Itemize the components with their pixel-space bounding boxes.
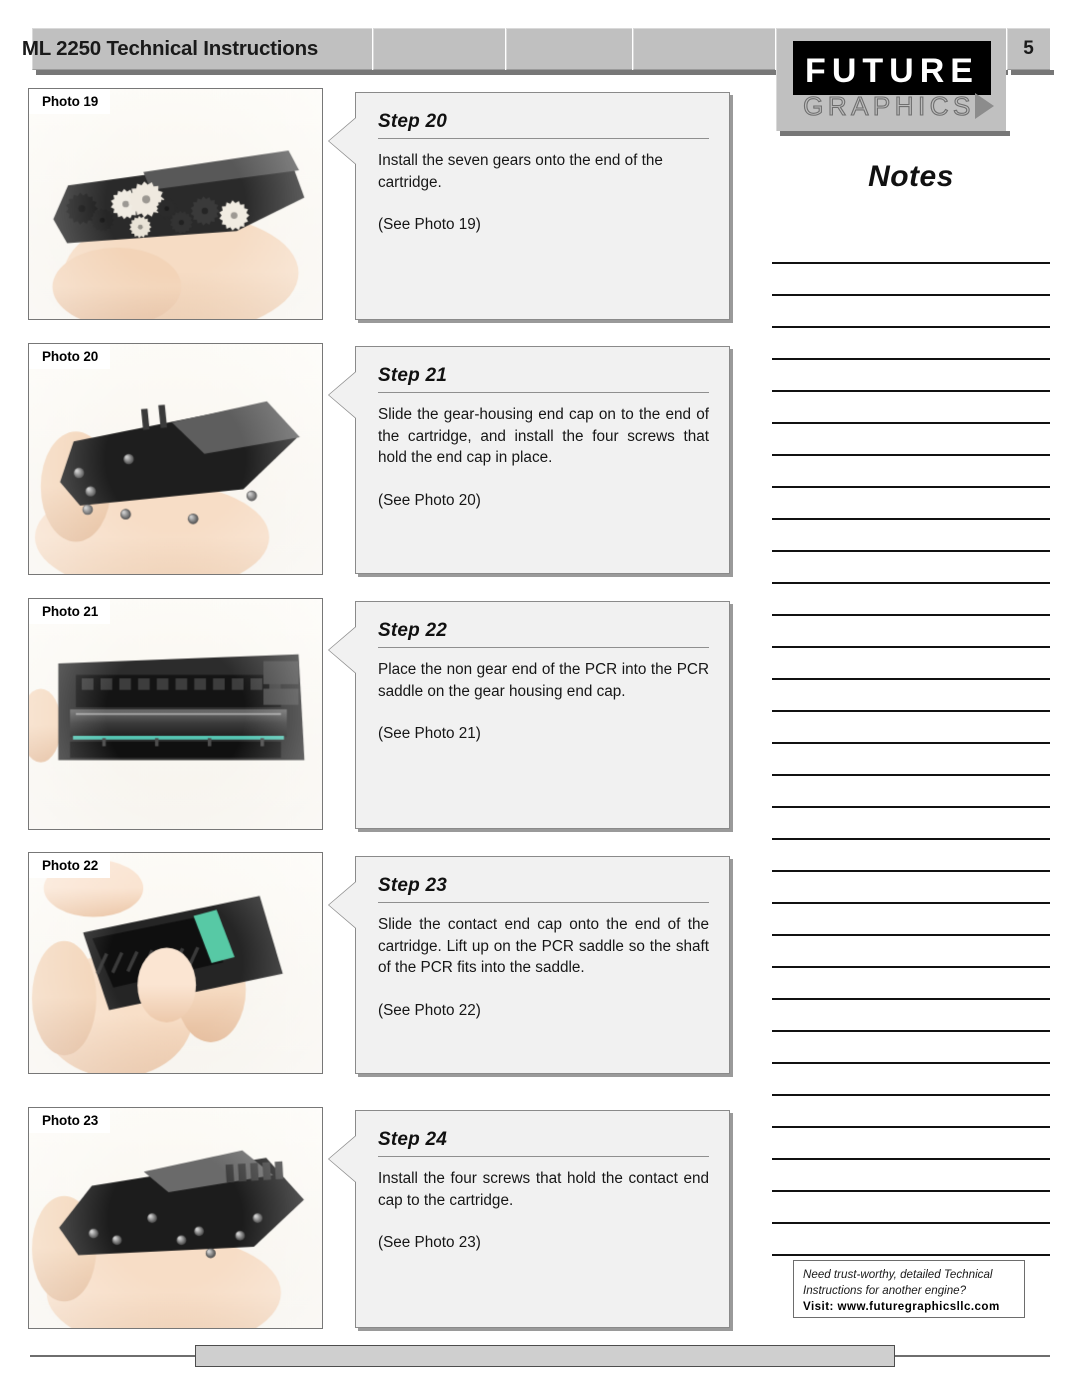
- note-line[interactable]: [772, 424, 1050, 456]
- note-line[interactable]: [772, 744, 1050, 776]
- step-photo-reference: (See Photo 19): [378, 216, 481, 233]
- step-content: Step 24 Install the four screws that hold…: [356, 1111, 729, 1269]
- note-line[interactable]: [772, 648, 1050, 680]
- photo-label: Photo 21: [29, 599, 111, 624]
- note-line[interactable]: [772, 936, 1050, 968]
- header-segment-2: [373, 28, 505, 70]
- step-body-text: Slide the gear-housing end cap on to the…: [378, 406, 709, 466]
- photo-card: Photo 22: [28, 852, 323, 1074]
- note-line[interactable]: [772, 328, 1050, 360]
- step-heading: Step 24: [378, 1129, 709, 1157]
- step-body-text: Install the four screws that hold the co…: [378, 1170, 709, 1209]
- note-line[interactable]: [772, 808, 1050, 840]
- note-line[interactable]: [772, 232, 1050, 264]
- note-line[interactable]: [772, 296, 1050, 328]
- callout-tail: [329, 882, 356, 928]
- promo-line-2: Instructions for another engine?: [803, 1283, 967, 1297]
- photo-image: [29, 1108, 322, 1328]
- note-line[interactable]: [772, 616, 1050, 648]
- note-line[interactable]: [772, 1128, 1050, 1160]
- note-line[interactable]: [772, 392, 1050, 424]
- note-line[interactable]: [772, 520, 1050, 552]
- promo-box: Need trust-worthy, detailed Technical In…: [793, 1260, 1025, 1318]
- promo-line-1: Need trust-worthy, detailed Technical: [803, 1268, 993, 1281]
- note-line[interactable]: [772, 968, 1050, 1000]
- future-graphics-logo: FUTURE GRAPHICS: [776, 28, 1006, 131]
- photo-image: [29, 599, 322, 829]
- step-content: Step 23 Slide the contact end cap onto th…: [356, 857, 729, 1037]
- step-callout: Step 23 Slide the contact end cap onto th…: [328, 856, 730, 1074]
- header-segment-4: [633, 28, 775, 70]
- note-line[interactable]: [772, 552, 1050, 584]
- callout-tail: [329, 627, 356, 673]
- photo-card: Photo 23: [28, 1107, 323, 1329]
- step-content: Step 20 Install the seven gears onto the …: [356, 93, 729, 251]
- step-heading: Step 21: [378, 365, 709, 393]
- logo-graphics-text: GRAPHICS: [803, 90, 975, 121]
- step-content: Step 21 Slide the gear-housing end cap on…: [356, 347, 729, 527]
- header-segment-3: [506, 28, 632, 70]
- note-line[interactable]: [772, 1064, 1050, 1096]
- photo-label: Photo 23: [29, 1108, 111, 1133]
- step-photo-reference: (See Photo 22): [378, 1001, 481, 1019]
- note-line[interactable]: [772, 264, 1050, 296]
- step-callout: Step 21 Slide the gear-housing end cap on…: [328, 346, 730, 574]
- photo-card: Photo 19: [28, 88, 323, 320]
- note-line[interactable]: [772, 776, 1050, 808]
- note-line[interactable]: [772, 840, 1050, 872]
- step-body-text: Install the seven gears onto the end of …: [378, 152, 663, 191]
- step-heading: Step 23: [378, 875, 709, 903]
- note-line[interactable]: [772, 456, 1050, 488]
- note-line[interactable]: [772, 1032, 1050, 1064]
- photo-label: Photo 19: [29, 89, 111, 114]
- photo-card: Photo 21: [28, 598, 323, 830]
- step-heading: Step 20: [378, 111, 709, 139]
- step-photo-reference: (See Photo 21): [378, 725, 481, 742]
- notes-lines: [772, 232, 1050, 1256]
- step-content: Step 22 Place the non gear end of the PCR…: [356, 602, 729, 760]
- step-heading: Step 22: [378, 620, 709, 648]
- callout-tail: [329, 118, 356, 164]
- note-line[interactable]: [772, 360, 1050, 392]
- note-line[interactable]: [772, 680, 1050, 712]
- note-line[interactable]: [772, 1224, 1050, 1256]
- note-line[interactable]: [772, 1096, 1050, 1128]
- note-line[interactable]: [772, 712, 1050, 744]
- photo-label: Photo 20: [29, 344, 111, 369]
- photo-card: Photo 20: [28, 343, 323, 575]
- photo-image: [29, 344, 322, 574]
- step-body-text: Place the non gear end of the PCR into t…: [378, 661, 709, 700]
- photo-image: [29, 89, 322, 319]
- note-line[interactable]: [772, 1000, 1050, 1032]
- callout-tail: [329, 1136, 356, 1182]
- promo-visit-link[interactable]: Visit: www.futuregraphicsllc.com: [803, 1298, 1016, 1315]
- note-line[interactable]: [772, 872, 1050, 904]
- logo-shadow: [780, 131, 1010, 136]
- photo-image: [29, 853, 322, 1073]
- page-number: 5: [1023, 38, 1034, 59]
- step-callout: Step 24 Install the four screws that hold…: [328, 1110, 730, 1328]
- step-callout: Step 20 Install the seven gears onto the …: [328, 92, 730, 320]
- callout-tail: [329, 372, 356, 418]
- step-callout: Step 22 Place the non gear end of the PCR…: [328, 601, 730, 829]
- note-line[interactable]: [772, 584, 1050, 616]
- page-number-shadow: [1011, 70, 1054, 75]
- page-title: ML 2250 Technical Instructions: [21, 37, 319, 60]
- notes-heading: Notes: [868, 160, 954, 193]
- note-line[interactable]: [772, 1192, 1050, 1224]
- step-photo-reference: (See Photo 20): [378, 491, 481, 509]
- step-body-text: Slide the contact end cap onto the end o…: [378, 916, 709, 976]
- logo-arrow-icon: [975, 93, 994, 119]
- footer-bar: [195, 1345, 895, 1367]
- note-line[interactable]: [772, 1160, 1050, 1192]
- photo-label: Photo 22: [29, 853, 111, 878]
- step-photo-reference: (See Photo 23): [378, 1234, 481, 1251]
- note-line[interactable]: [772, 904, 1050, 936]
- note-line[interactable]: [772, 488, 1050, 520]
